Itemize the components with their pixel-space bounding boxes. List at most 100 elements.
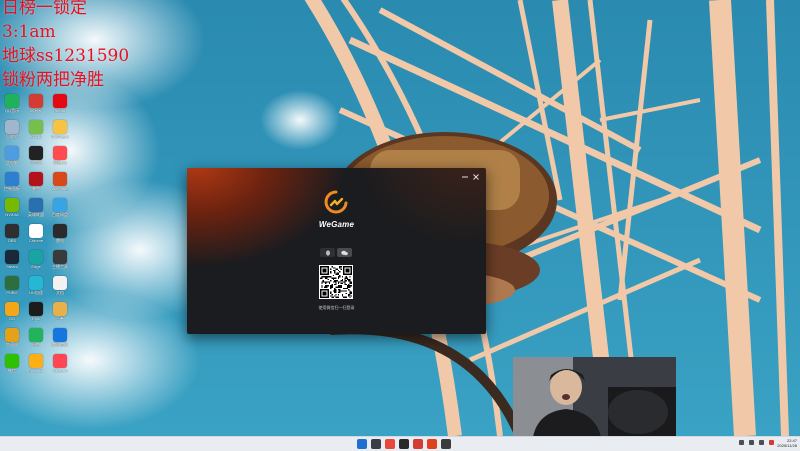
desktop-icon-label: 王者 bbox=[56, 316, 64, 321]
tab-wechat-login[interactable] bbox=[337, 248, 352, 257]
desktop-icon-label: PotPlayer bbox=[51, 134, 69, 139]
desktop-icon-label: UU加速 bbox=[29, 290, 43, 295]
desktop-icon[interactable]: PUBG bbox=[0, 274, 24, 298]
desktop-icon-label: 百度网盘 bbox=[52, 212, 68, 217]
desktop-icon[interactable]: 暴雪 bbox=[24, 170, 48, 194]
lol-icon bbox=[29, 198, 43, 212]
desktop-icon-label: Steam bbox=[6, 264, 18, 269]
desktop-icon[interactable]: Netflix bbox=[48, 92, 72, 116]
obs-icon[interactable] bbox=[399, 439, 409, 449]
desktop-icon[interactable]: 英雄联盟 bbox=[24, 196, 48, 220]
desktop-icon[interactable]: 此电脑 bbox=[0, 144, 24, 168]
tab-qq-login[interactable] bbox=[320, 248, 335, 257]
desktop-icon-label: 暴雪 bbox=[32, 186, 40, 191]
taskbar-clock[interactable]: 22:47 2025/11/28 bbox=[777, 438, 797, 448]
desktop-icon-label: PUBG bbox=[6, 290, 18, 295]
desktop-icon[interactable]: 微信 bbox=[0, 352, 24, 376]
desktop-icon[interactable]: Rockstar bbox=[24, 352, 48, 376]
desktop-icon-label: Epic bbox=[32, 316, 40, 321]
steam-icon bbox=[5, 250, 19, 264]
desktop-icon[interactable]: OBS bbox=[0, 222, 24, 246]
wegame-login-window[interactable]: WeGame 使用微信扫一扫登录 bbox=[187, 168, 486, 334]
desktop-icon-label: Rockstar bbox=[28, 368, 44, 373]
speed-icon bbox=[5, 328, 19, 342]
desktop-icon-label: 雷电 bbox=[56, 238, 64, 243]
desktop-icon[interactable]: 迅雷 bbox=[24, 326, 48, 350]
minimize-button[interactable] bbox=[460, 172, 470, 182]
desktop-icon[interactable]: 控制面板 bbox=[0, 170, 24, 194]
netease-icon[interactable] bbox=[413, 439, 423, 449]
desktop-icon[interactable]: 小黑盒 bbox=[24, 144, 48, 168]
wegame-icon[interactable] bbox=[427, 439, 437, 449]
desktop-icon[interactable]: UU加速 bbox=[24, 274, 48, 298]
desktop-icon[interactable]: GG bbox=[0, 300, 24, 324]
desktop-icon-label: 腾讯会议 bbox=[52, 342, 68, 347]
computer-icon bbox=[5, 146, 19, 160]
desktop-icon-label: GG bbox=[8, 316, 16, 321]
desktop-icon[interactable]: Chrome bbox=[24, 222, 48, 246]
desktop-icon[interactable]: Epic bbox=[24, 300, 48, 324]
desktop-icon-label: 英雄联盟 bbox=[28, 212, 44, 217]
game-icon bbox=[53, 302, 67, 316]
document-icon bbox=[53, 276, 67, 290]
desktop-icon[interactable]: PotPlayer bbox=[48, 118, 72, 142]
desktop-icon[interactable]: 百度网盘 bbox=[48, 196, 72, 220]
windows-start-icon[interactable] bbox=[357, 439, 367, 449]
login-method-tabs bbox=[320, 248, 352, 257]
qq-icon bbox=[325, 249, 330, 256]
desktop-icon[interactable]: QQ音乐 bbox=[0, 92, 24, 116]
wegame-logo-icon bbox=[324, 190, 348, 214]
chevron-up-icon[interactable] bbox=[739, 440, 744, 445]
netdisk-icon bbox=[53, 198, 67, 212]
pubg-icon bbox=[5, 276, 19, 290]
cloud-music-icon bbox=[29, 94, 43, 108]
chrome-icon[interactable] bbox=[385, 439, 395, 449]
battlenet-icon bbox=[29, 172, 43, 186]
netflix-icon bbox=[53, 94, 67, 108]
desktop-icon-label: 回收站 bbox=[6, 134, 18, 139]
wechat-icon bbox=[5, 354, 19, 368]
rockstar-icon bbox=[29, 354, 43, 368]
desktop-icon[interactable]: 加速器 bbox=[0, 326, 24, 350]
desktop-icon[interactable]: Valorant bbox=[48, 352, 72, 376]
desktop-icon[interactable]: 网易云 bbox=[24, 92, 48, 116]
obs-icon bbox=[5, 224, 19, 238]
desktop-icon-label: 主播工具 bbox=[52, 264, 68, 269]
desktop-icon[interactable]: 回收站 bbox=[0, 118, 24, 142]
wegame-logo-text: WeGame bbox=[318, 220, 355, 229]
video-icon[interactable] bbox=[441, 439, 451, 449]
desktop-icon[interactable]: Edge bbox=[24, 248, 48, 272]
desktop-icon-label: Netflix bbox=[54, 108, 66, 113]
desktop-icon-label: 迅雷 bbox=[32, 342, 40, 347]
emulator-icon bbox=[53, 224, 67, 238]
desktop-icon[interactable]: WeGame bbox=[48, 170, 72, 194]
heybox-icon bbox=[29, 146, 43, 160]
music-icon bbox=[5, 94, 19, 108]
overlay-line-2: 3:1am bbox=[2, 22, 56, 42]
desktop-icon[interactable]: 主播工具 bbox=[48, 248, 72, 272]
desktop-icon-label: OBS bbox=[7, 238, 17, 243]
desktop-icon[interactable]: NVIDIA bbox=[0, 196, 24, 220]
wechat-icon bbox=[341, 250, 348, 255]
desktop-icon[interactable]: 雷电 bbox=[48, 222, 72, 246]
desktop-icon-label: 加速器 bbox=[6, 342, 18, 347]
desktop-icon[interactable]: 网易UU bbox=[48, 144, 72, 168]
desktop-icon[interactable]: Steam bbox=[0, 248, 24, 272]
desktop-icon-label: 网易云 bbox=[30, 108, 42, 113]
desktop-icon[interactable]: 王者 bbox=[48, 300, 72, 324]
close-button[interactable] bbox=[471, 172, 481, 182]
valorant-icon bbox=[53, 354, 67, 368]
network-icon[interactable] bbox=[749, 440, 754, 445]
overlay-line-4: 锁粉两把净胜 bbox=[2, 70, 104, 90]
desktop-icon[interactable]: 腾讯会议 bbox=[48, 326, 72, 350]
notification-badge-icon[interactable] bbox=[769, 440, 774, 445]
desktop-icon[interactable]: 文档 bbox=[48, 274, 72, 298]
uu-icon bbox=[53, 146, 67, 160]
desktop-icon-label: 此电脑 bbox=[6, 160, 18, 165]
volume-icon[interactable] bbox=[759, 440, 764, 445]
search-icon[interactable] bbox=[371, 439, 381, 449]
meeting-icon bbox=[53, 328, 67, 342]
desktop-icon-label: WeGame bbox=[51, 186, 69, 191]
desktop-icon-label: 微信 bbox=[8, 368, 16, 373]
desktop-icon[interactable]: KOOK bbox=[24, 118, 48, 142]
